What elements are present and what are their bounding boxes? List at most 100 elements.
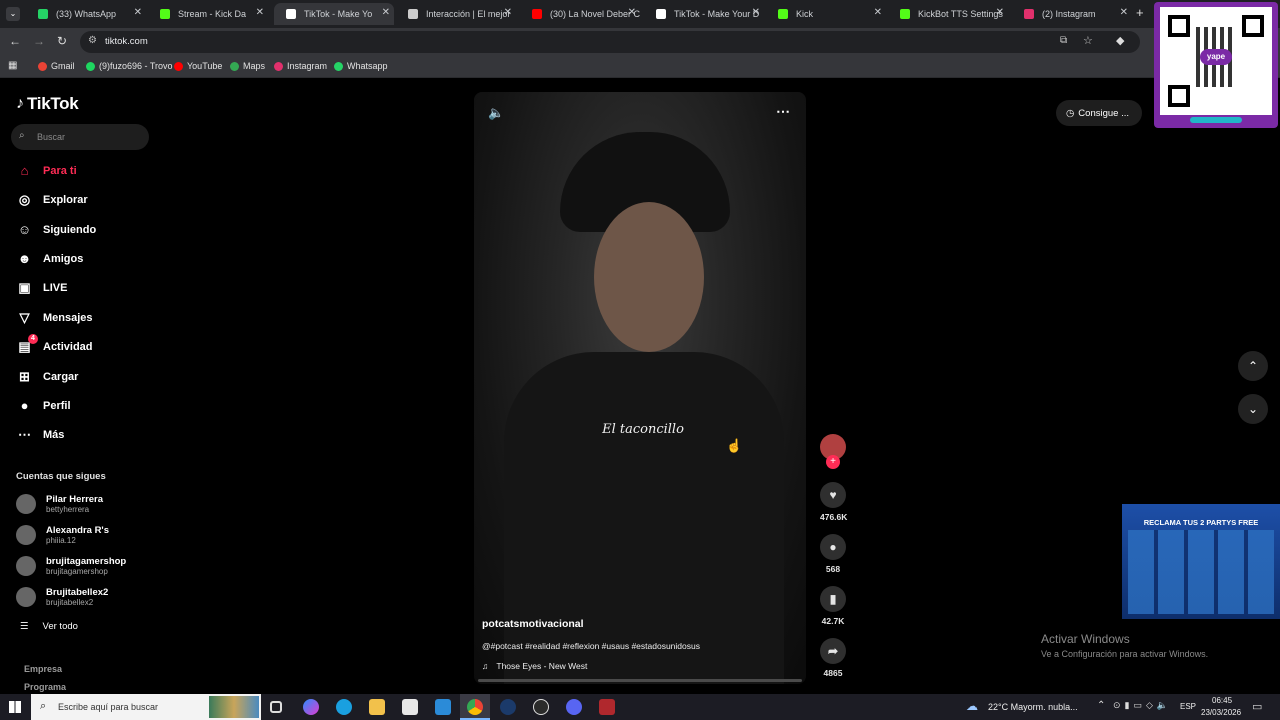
music-note-icon: ♫: [482, 661, 489, 671]
tab-favicon-icon: [160, 9, 170, 19]
search-input[interactable]: ⌕ Buscar: [11, 124, 149, 150]
browser-tab[interactable]: TikTok - Make Yo ✕: [274, 3, 394, 25]
like-action[interactable]: ♥ 476.6K: [820, 482, 847, 522]
task-view-icon[interactable]: [270, 701, 282, 713]
windows-start-icon[interactable]: [9, 701, 21, 713]
bookmark-star-icon[interactable]: ☆: [1083, 34, 1093, 47]
notifications-icon[interactable]: ▭: [1252, 700, 1262, 713]
steam-icon[interactable]: [500, 699, 516, 715]
sidebar-item-messages[interactable]: ▽ Mensajes: [16, 309, 93, 326]
tab-close-icon[interactable]: ✕: [1120, 7, 1128, 18]
tab-close-icon[interactable]: ✕: [256, 7, 264, 18]
app-red-icon[interactable]: [599, 699, 615, 715]
volume-icon[interactable]: 🔈: [488, 105, 504, 121]
apps-grid-icon[interactable]: ▦: [8, 60, 17, 71]
sidebar-item-live[interactable]: ▣ LIVE: [16, 279, 67, 296]
sidebar-item-profile[interactable]: ● Perfil: [16, 397, 71, 414]
sidebar-item-following[interactable]: ☺ Siguiendo: [16, 221, 96, 238]
video-username[interactable]: potcatsmotivacional: [482, 618, 584, 630]
tiktok-logo[interactable]: ♪ TikTok: [16, 94, 79, 114]
sidebar-item-friends[interactable]: ☻ Amigos: [16, 250, 84, 267]
edge-icon[interactable]: [336, 699, 352, 715]
chrome-taskbar-active[interactable]: [460, 694, 490, 720]
video-music[interactable]: ♫ Those Eyes - New West: [482, 661, 587, 671]
copilot-icon[interactable]: [303, 699, 319, 715]
bookmark-item[interactable]: (9)fuzo696 - Trovo: [86, 61, 173, 71]
next-video-button[interactable]: ⌄: [1238, 394, 1268, 424]
previous-video-button[interactable]: ⌃: [1238, 351, 1268, 381]
tray-chevron-icon[interactable]: ⌃: [1097, 700, 1105, 711]
sidebar-item-activity[interactable]: ▤ Actividad 4: [16, 334, 93, 355]
browser-tab[interactable]: (30) La Novel Deber C ✕: [520, 3, 640, 25]
tab-close-icon[interactable]: ✕: [504, 7, 512, 18]
avatar: [16, 587, 36, 607]
video-thumbnail-shirt: [504, 352, 784, 684]
taskbar-search-input[interactable]: ⌕ Escribe aquí para buscar: [31, 694, 261, 720]
mail-icon[interactable]: [435, 699, 451, 715]
get-coins-button[interactable]: ◷ Consigue ...: [1056, 100, 1142, 126]
site-info-icon[interactable]: ⚙: [88, 35, 97, 46]
footer-link-programa[interactable]: Programa: [24, 682, 66, 692]
forward-icon[interactable]: →: [33, 34, 45, 48]
bookmark-favicon-icon: [334, 61, 343, 71]
tab-search-button[interactable]: ⌄: [6, 7, 20, 21]
tab-close-icon[interactable]: ✕: [874, 7, 882, 18]
browser-tab[interactable]: Kick ✕: [766, 3, 886, 25]
store-icon[interactable]: [402, 699, 418, 715]
browser-tab[interactable]: KickBot TTS Settings ✕: [888, 3, 1008, 25]
sidebar-item-compass[interactable]: ◎ Explorar: [16, 191, 88, 208]
tab-close-icon[interactable]: ✕: [134, 7, 142, 18]
followed-account[interactable]: Alexandra R's phiiia.12: [16, 525, 109, 545]
bookmark-item[interactable]: Whatsapp: [334, 61, 388, 71]
file-explorer-icon[interactable]: [369, 699, 385, 715]
followed-account[interactable]: Pilar Herrera bettyherrera: [16, 494, 103, 514]
video-player[interactable]: El taconcillo 🔈 ⋯ potcatsmotivacional @#…: [474, 92, 806, 684]
discord-icon[interactable]: [566, 699, 582, 715]
bookmark-item[interactable]: Maps: [230, 61, 265, 71]
sidebar-item-home[interactable]: ⌂ Para ti: [16, 162, 77, 179]
followed-account[interactable]: brujitagamershop brujitagamershop: [16, 556, 126, 576]
avatar: [16, 494, 36, 514]
language-indicator[interactable]: ESP: [1180, 702, 1196, 711]
back-icon[interactable]: ←: [9, 34, 21, 48]
browser-tab[interactable]: TikTok - Make Your D ✕: [644, 3, 764, 25]
promo-banner-title: RECLAMA TUS 2 PARTYS FREE: [1143, 518, 1259, 527]
extension-icon[interactable]: ◆: [1116, 34, 1124, 47]
clock-date[interactable]: 23/03/2026: [1201, 708, 1241, 717]
install-app-icon[interactable]: ⧉: [1060, 35, 1067, 46]
tab-close-icon[interactable]: ✕: [996, 7, 1004, 18]
comment-action[interactable]: ● 568: [820, 534, 846, 574]
tray-icons[interactable]: ⊙▮▭◇🔈: [1113, 700, 1172, 711]
bookmark-item[interactable]: Gmail: [38, 61, 75, 71]
browser-tab[interactable]: Stream - Kick Da ✕: [148, 3, 268, 25]
sidebar-item-upload[interactable]: ⊞ Cargar: [16, 368, 78, 385]
clock-time[interactable]: 06:45: [1212, 696, 1232, 705]
browser-tab[interactable]: (33) WhatsApp ✕: [26, 3, 146, 25]
bookmark-item[interactable]: YouTube: [174, 61, 222, 71]
tiktok-note-icon: ♪: [16, 95, 24, 112]
save-action[interactable]: ▮ 42.7K: [820, 586, 846, 626]
bookmark-item[interactable]: Instagram: [274, 61, 327, 71]
see-all-link[interactable]: ☰ Ver todo: [20, 621, 78, 632]
followed-account[interactable]: Brujitabellex2 brujitabellex2: [16, 587, 108, 607]
tab-close-icon[interactable]: ✕: [752, 7, 760, 18]
weather-text[interactable]: 22°C Mayorm. nubla...: [988, 702, 1078, 712]
footer-link-empresa[interactable]: Empresa: [24, 664, 62, 674]
sidebar-item-more[interactable]: ⋯ Más: [16, 426, 64, 443]
tab-close-icon[interactable]: ✕: [382, 7, 390, 18]
video-more-icon[interactable]: ⋯: [776, 103, 790, 120]
reload-icon[interactable]: ↻: [57, 34, 67, 48]
bookmark-favicon-icon: [174, 61, 183, 71]
weather-icon: ☁: [966, 699, 978, 713]
follow-plus-icon[interactable]: +: [826, 455, 840, 469]
following-icon: ☺: [17, 222, 32, 237]
new-tab-button[interactable]: +: [1136, 5, 1144, 20]
browser-tab[interactable]: (2) Instagram ✕: [1012, 3, 1132, 25]
promo-banner-overlay: RECLAMA TUS 2 PARTYS FREE: [1122, 504, 1280, 619]
share-action[interactable]: ➦ 4865: [820, 638, 846, 678]
obs-icon[interactable]: [533, 699, 549, 715]
address-bar[interactable]: ⚙ tiktok.com ⧉ ☆: [80, 31, 1140, 53]
video-progress-bar[interactable]: [478, 679, 802, 682]
tab-close-icon[interactable]: ✕: [628, 7, 636, 18]
browser-tab[interactable]: Interacción | El mejor ✕: [396, 3, 516, 25]
